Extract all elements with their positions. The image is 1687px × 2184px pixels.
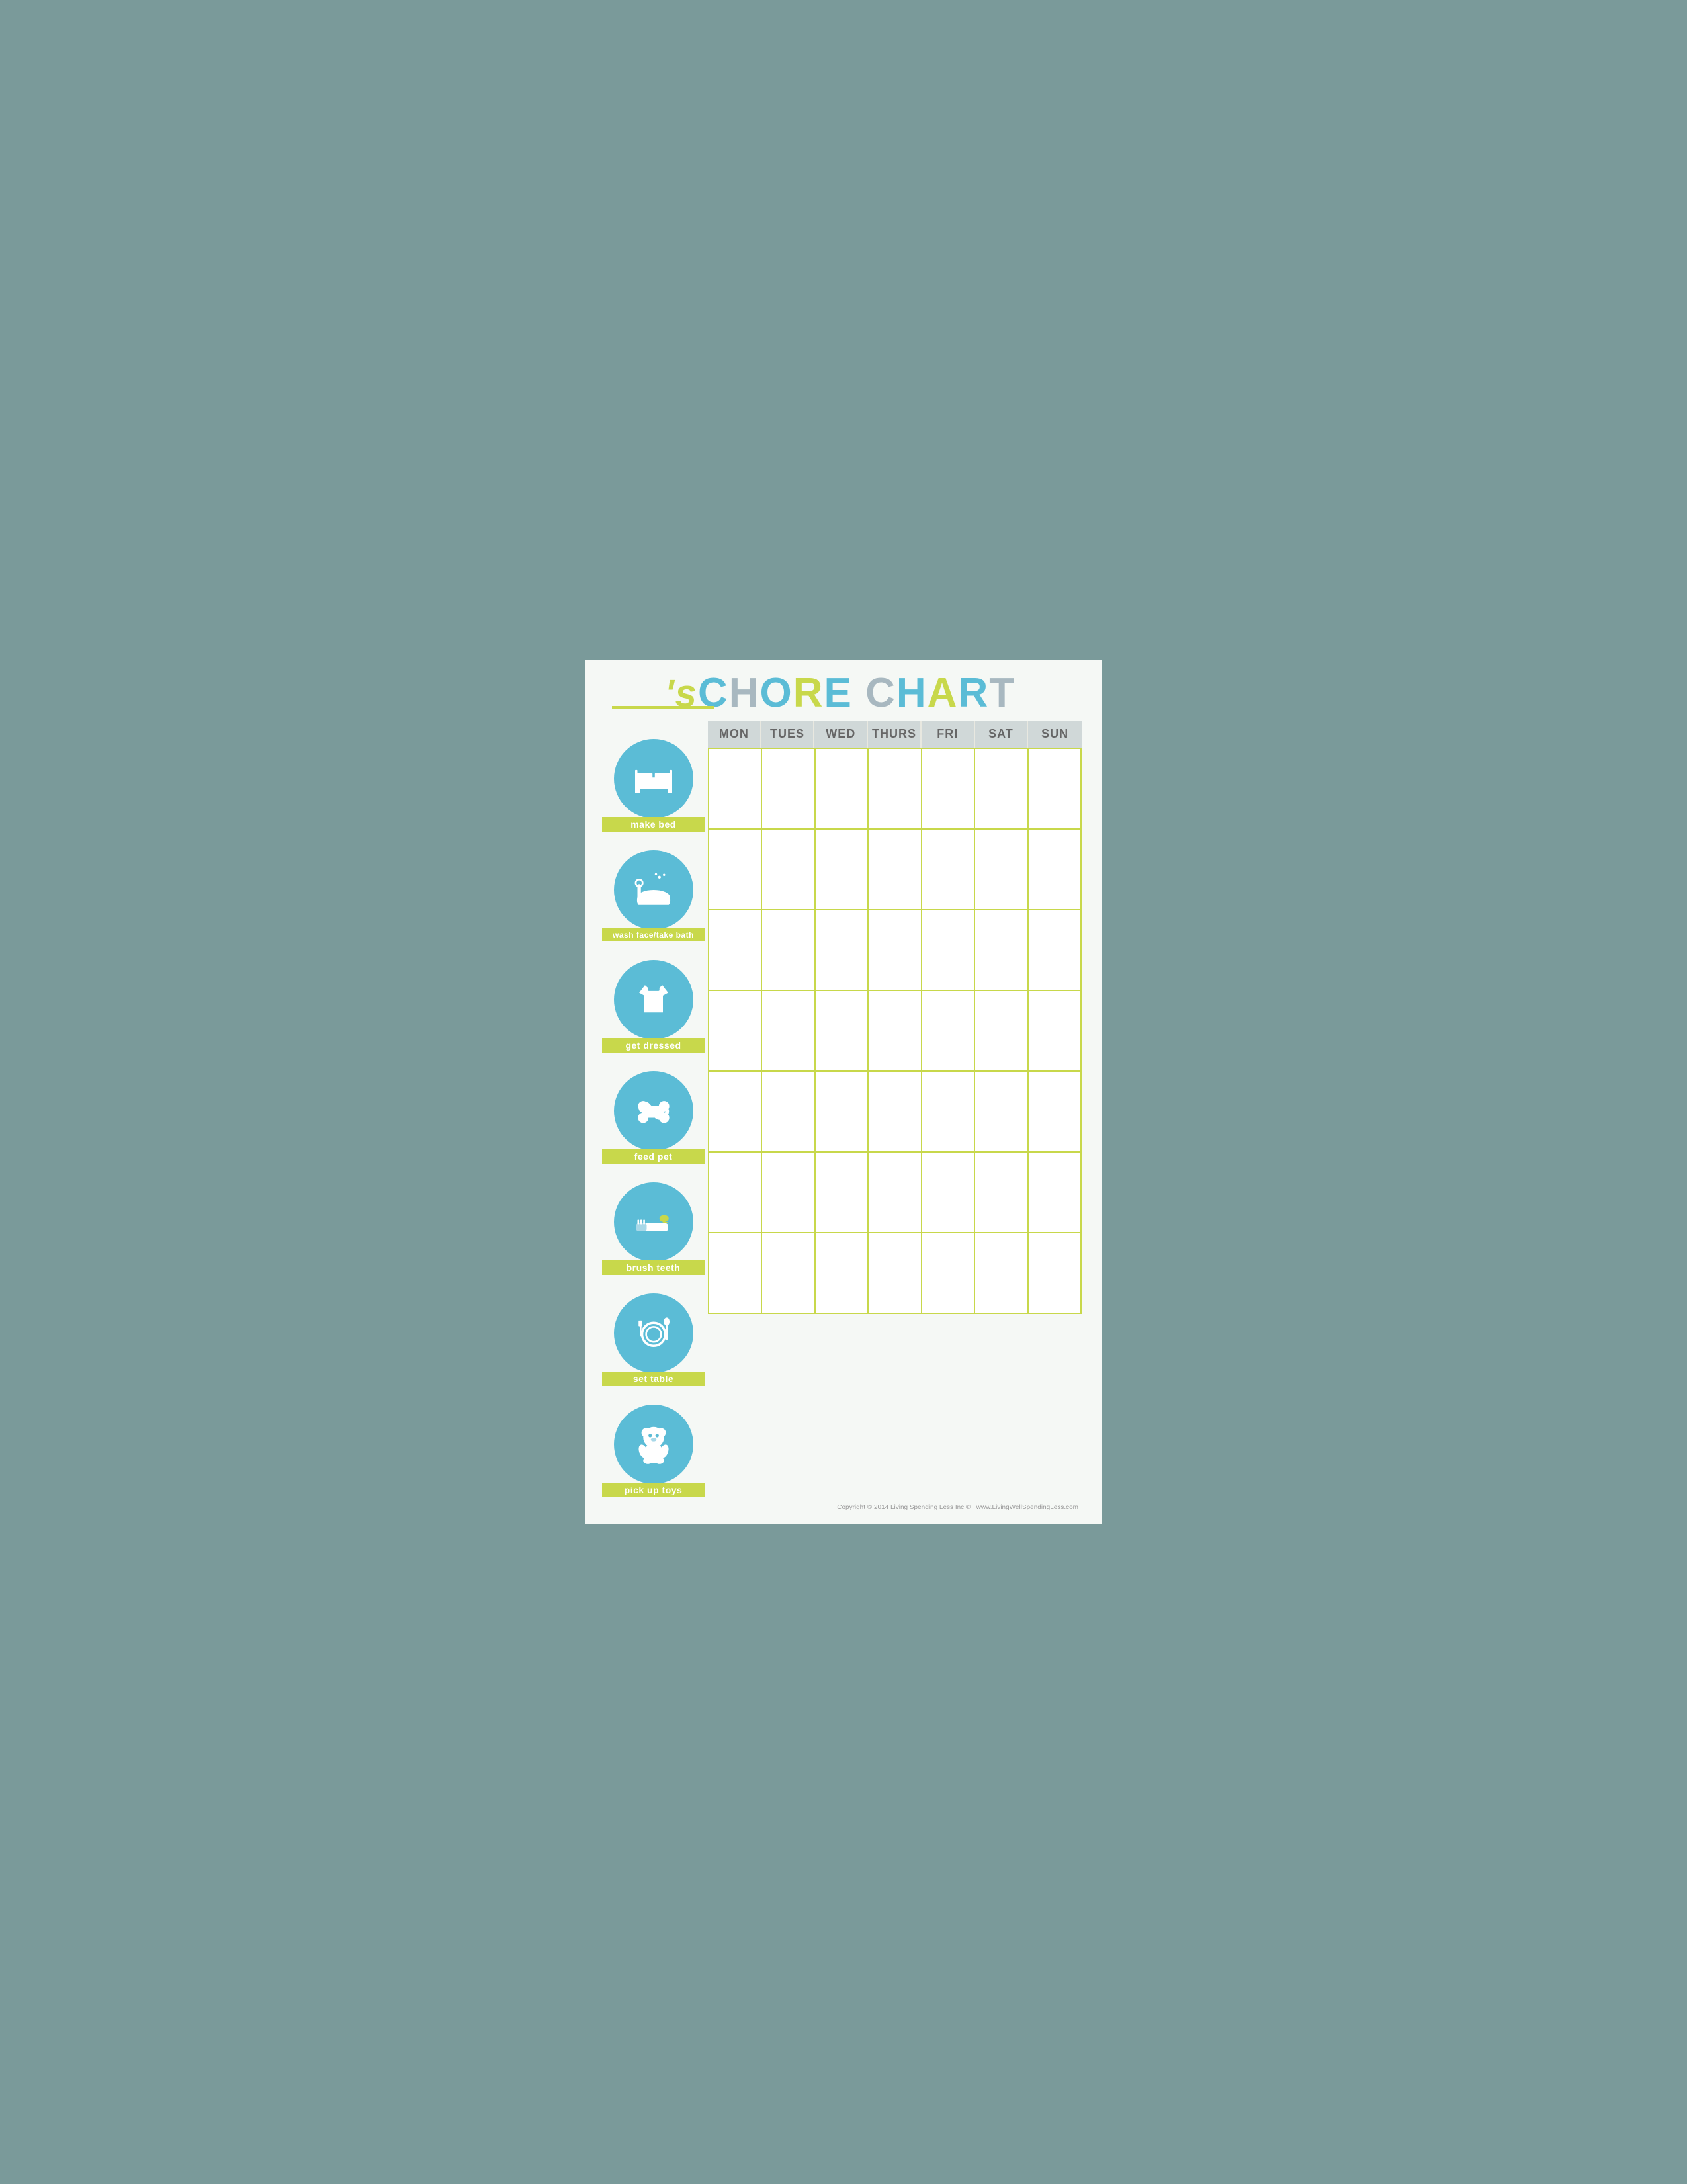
grid-cell[interactable]: [869, 910, 922, 990]
grid-cell[interactable]: [975, 991, 1028, 1070]
grid-cell[interactable]: [1029, 1072, 1082, 1151]
get-dressed-label: get dressed: [602, 1038, 705, 1053]
day-thurs: THURS: [868, 721, 922, 748]
grid-cell[interactable]: [869, 991, 922, 1070]
table-row: [709, 830, 1082, 910]
grid-cell[interactable]: [1029, 1233, 1082, 1313]
grid-cell[interactable]: [869, 749, 922, 828]
grid-cell[interactable]: [709, 1233, 762, 1313]
grid-cell[interactable]: [922, 910, 975, 990]
grid-cell[interactable]: [816, 830, 869, 909]
get-dressed-icon: [614, 960, 693, 1039]
chore-item-set-table: set table: [599, 1275, 708, 1386]
chore-item-brush-teeth: brush teeth: [599, 1164, 708, 1275]
apostrophe-s: 's: [665, 672, 698, 715]
grid-cell[interactable]: [709, 910, 762, 990]
day-sun: SUN: [1028, 721, 1082, 748]
table-row: [709, 910, 1082, 991]
grid-cell[interactable]: [816, 991, 869, 1070]
set-table-icon: [614, 1293, 693, 1373]
grid-header-row: MON TUES WED THURS FRI SAT SUN: [708, 721, 1082, 748]
website-text: www.LivingWellSpendingLess.com: [976, 1504, 1078, 1511]
chore-chart-page: 'sCHORE CHART: [585, 660, 1102, 1524]
grid-cell[interactable]: [762, 1233, 815, 1313]
grid-body: [708, 748, 1082, 1314]
grid-cell[interactable]: [922, 1153, 975, 1232]
main-content: make bed: [599, 721, 1082, 1497]
day-tues: TUES: [761, 721, 815, 748]
feed-pet-icon: [614, 1071, 693, 1151]
grid-cell[interactable]: [922, 991, 975, 1070]
table-row: [709, 1153, 1082, 1233]
grid-cell[interactable]: [1029, 991, 1082, 1070]
day-sat: SAT: [975, 721, 1029, 748]
grid-cell[interactable]: [1029, 749, 1082, 828]
grid-cell[interactable]: [762, 749, 815, 828]
grid-cell[interactable]: [816, 910, 869, 990]
grid-cell[interactable]: [709, 749, 762, 828]
grid-cell[interactable]: [975, 1233, 1028, 1313]
grid-cell[interactable]: [975, 1153, 1028, 1232]
chore-column: make bed: [599, 721, 708, 1497]
grid-cell[interactable]: [762, 991, 815, 1070]
grid-cell[interactable]: [975, 910, 1028, 990]
grid-cell[interactable]: [816, 1072, 869, 1151]
grid-cell[interactable]: [1029, 830, 1082, 909]
make-bed-icon: [614, 739, 693, 818]
chore-item-feed-pet: feed pet: [599, 1053, 708, 1164]
table-row: [709, 1072, 1082, 1153]
grid-cell[interactable]: [762, 1153, 815, 1232]
grid-cell[interactable]: [922, 1233, 975, 1313]
pick-up-toys-icon: [614, 1405, 693, 1484]
grid-cell[interactable]: [709, 1072, 762, 1151]
grid-cell[interactable]: [762, 830, 815, 909]
chore-item-get-dressed: get dressed: [599, 941, 708, 1053]
brush-teeth-label: brush teeth: [602, 1260, 705, 1275]
copyright-text: Copyright © 2014 Living Spending Less In…: [837, 1504, 971, 1511]
grid-cell[interactable]: [922, 749, 975, 828]
brush-teeth-icon: [614, 1182, 693, 1262]
grid-cell[interactable]: [762, 910, 815, 990]
grid-cell[interactable]: [922, 1072, 975, 1151]
grid-cell[interactable]: [869, 1072, 922, 1151]
grid-cell[interactable]: [975, 830, 1028, 909]
wash-face-icon: [614, 850, 693, 930]
chore-item-wash-face: wash face/take bath: [599, 832, 708, 941]
grid-cell[interactable]: [1029, 910, 1082, 990]
grid-cell[interactable]: [922, 830, 975, 909]
chore-item-make-bed: make bed: [599, 721, 708, 832]
day-mon: MON: [708, 721, 761, 748]
grid-cell[interactable]: [1029, 1153, 1082, 1232]
footer: Copyright © 2014 Living Spending Less In…: [599, 1504, 1082, 1511]
header-underline: [612, 706, 714, 709]
feed-pet-label: feed pet: [602, 1149, 705, 1164]
grid-cell[interactable]: [975, 749, 1028, 828]
grid-cell[interactable]: [709, 830, 762, 909]
grid-cell[interactable]: [762, 1072, 815, 1151]
chore-grid: MON TUES WED THURS FRI SAT SUN: [708, 721, 1082, 1314]
grid-cell[interactable]: [869, 1153, 922, 1232]
grid-cell[interactable]: [816, 1153, 869, 1232]
table-row: [709, 991, 1082, 1072]
grid-cell[interactable]: [869, 1233, 922, 1313]
grid-cell[interactable]: [975, 1072, 1028, 1151]
pick-up-toys-label: pick up toys: [602, 1483, 705, 1497]
grid-cell[interactable]: [709, 1153, 762, 1232]
table-row: [709, 748, 1082, 830]
day-fri: FRI: [922, 721, 975, 748]
grid-cell[interactable]: [709, 991, 762, 1070]
table-row: [709, 1233, 1082, 1314]
grid-cell[interactable]: [869, 830, 922, 909]
grid-cell[interactable]: [816, 749, 869, 828]
day-wed: WED: [814, 721, 868, 748]
wash-face-label: wash face/take bath: [602, 928, 705, 941]
grid-cell[interactable]: [816, 1233, 869, 1313]
make-bed-label: make bed: [602, 817, 705, 832]
set-table-label: set table: [602, 1372, 705, 1386]
header: 'sCHORE CHART: [599, 673, 1082, 714]
chore-item-pick-up-toys: pick up toys: [599, 1386, 708, 1497]
